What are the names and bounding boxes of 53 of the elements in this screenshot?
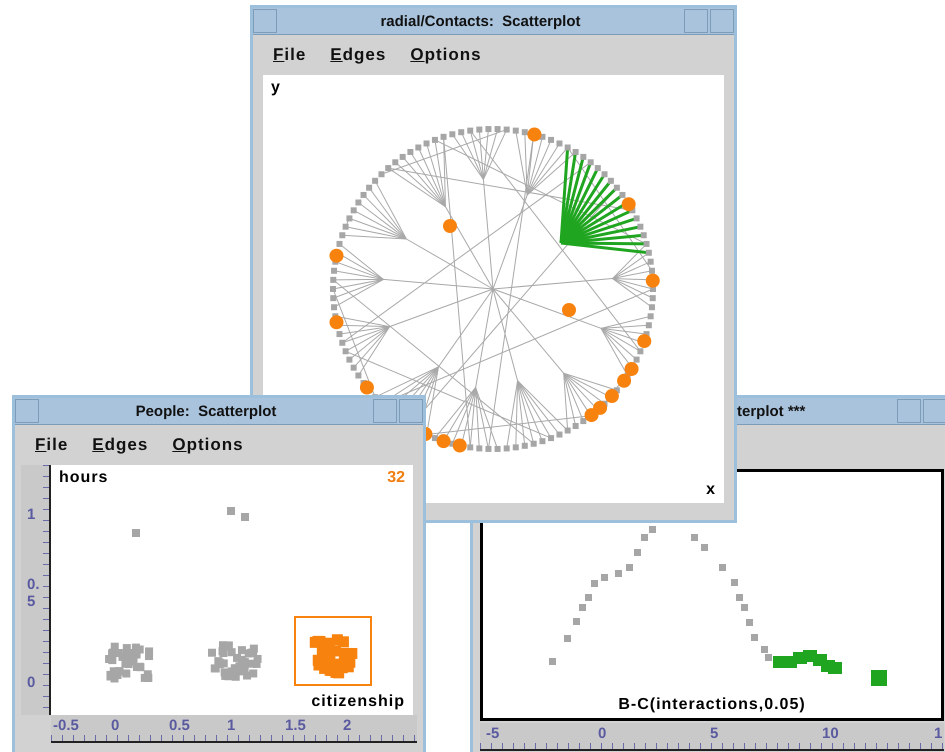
axis-label: B-C(interactions,0.05) [617, 696, 807, 714]
maximize-button[interactable] [399, 399, 423, 423]
ruler-label: 0 [111, 717, 120, 734]
highlighted-node [452, 438, 467, 452]
window-title: People: Scatterplot [134, 402, 278, 420]
ruler-label: 0 [598, 725, 606, 742]
maximize-button[interactable] [923, 399, 945, 423]
selection-rectangle[interactable] [294, 616, 372, 686]
ruler-label: -0.5 [53, 717, 79, 734]
highlighted-node [646, 274, 660, 288]
ruler-label: 5 [710, 725, 718, 742]
highlighted-node [604, 389, 619, 404]
ruler-label: 1 [27, 507, 34, 524]
highlighted-node [330, 315, 344, 330]
axis-label: y [271, 79, 281, 97]
axis-label: hours [59, 469, 108, 487]
menu-item[interactable]: Options [410, 45, 482, 65]
minimize-button[interactable] [373, 399, 397, 423]
highlighted-node [624, 362, 639, 376]
highlighted-node [593, 400, 608, 415]
ruler-label: 1 [934, 725, 942, 742]
highlighted-node [622, 197, 636, 212]
menu-item[interactable]: Edges [330, 45, 386, 65]
axis-label: x [706, 481, 716, 499]
highlighted-node [584, 408, 598, 422]
highlighted-node [527, 127, 542, 142]
minimize-button[interactable] [897, 399, 921, 423]
window-title: terplot *** [737, 402, 806, 420]
highlighted-node [562, 303, 576, 317]
maximize-button[interactable] [710, 9, 734, 33]
window-menu-button[interactable] [15, 399, 39, 423]
axis-label: citizenship [311, 693, 405, 711]
menu-item[interactable]: File [273, 45, 306, 65]
menu-item[interactable]: File [35, 435, 68, 455]
minimize-button[interactable] [684, 9, 708, 33]
ruler-label: 10 [822, 725, 839, 742]
window-title: radial/Contacts: Scatterplot [379, 12, 582, 30]
highlighted-node [637, 334, 652, 348]
ruler-label: 0.5 [169, 717, 190, 734]
highlighted-node [443, 219, 457, 233]
ruler-label: 1.5 [285, 717, 306, 734]
highlighted-node [330, 248, 344, 263]
menu-item[interactable]: Options [172, 435, 244, 455]
highlighted-node [360, 380, 374, 394]
highlighted-node [436, 434, 451, 448]
selection-count: 32 [387, 469, 405, 487]
ruler-label: 1 [227, 717, 236, 734]
ruler-label: 2 [343, 717, 352, 734]
ruler-label: 0 [27, 675, 34, 692]
menu-item[interactable]: Edges [92, 435, 148, 455]
highlighted-node [617, 374, 632, 388]
ruler-label: -5 [486, 725, 500, 742]
window-menu-button[interactable] [253, 9, 277, 33]
